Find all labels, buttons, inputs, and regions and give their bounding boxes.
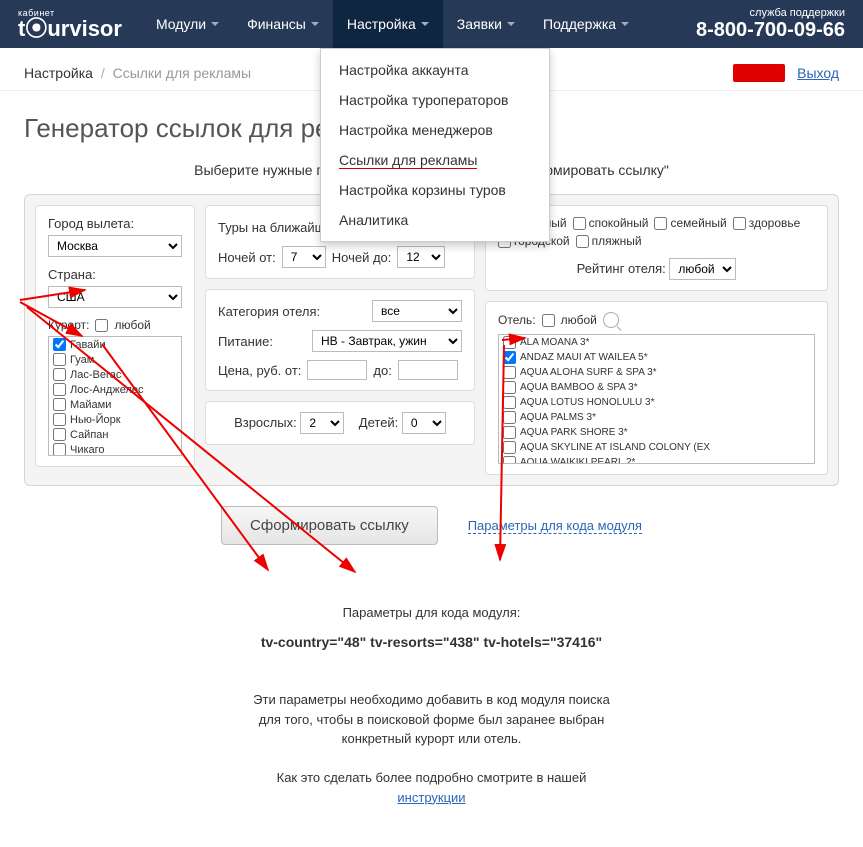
logo-title: t⦿urvisor (18, 18, 122, 40)
list-item: AQUA PARK SHORE 3* (499, 425, 814, 440)
list-item: AQUA WAIKIKI PEARL 2* (499, 455, 814, 464)
nav-modules[interactable]: Модули (142, 0, 233, 48)
children-label: Детей: (359, 415, 399, 430)
list-item: AQUA SKYLINE AT ISLAND COLONY (EX (499, 440, 814, 455)
hotel-list[interactable]: ALA MOANA 3* ANDAZ MAUI AT WAILEA 5* AQU… (498, 334, 815, 464)
dropdown-managers[interactable]: Настройка менеджеров (321, 115, 549, 145)
price-from-input[interactable] (307, 360, 367, 380)
caret-icon (211, 22, 219, 26)
list-item: AQUA ALOHA SURF & SPA 3* (499, 365, 814, 380)
list-item: Гавайи (49, 337, 181, 352)
price-to-label: до: (373, 363, 391, 378)
list-item: Нью-Йорк (49, 412, 181, 427)
depart-label: Город вылета: (48, 216, 182, 231)
logo: кабинет t⦿urvisor (18, 9, 122, 40)
list-item: Гуам (49, 352, 181, 367)
resort-any-label: любой (114, 318, 150, 332)
dropdown-adlinks[interactable]: Ссылки для рекламы (321, 145, 549, 175)
depart-select[interactable]: Москва (48, 235, 182, 257)
nav-settings[interactable]: Настройка (333, 0, 443, 48)
pax-box: Взрослых: 2 Детей: 0 (205, 401, 475, 445)
nav-requests[interactable]: Заявки (443, 0, 529, 48)
params-block: Параметры для кода модуля: tv-country="4… (24, 605, 839, 807)
caret-icon (621, 22, 629, 26)
params-title: Параметры для кода модуля: (24, 605, 839, 620)
country-select[interactable]: США (48, 286, 182, 308)
caret-icon (311, 22, 319, 26)
nights-to-label: Ночей до: (332, 250, 392, 265)
logout-link[interactable]: Выход (797, 65, 839, 81)
list-item: ANDAZ MAUI AT WAILEA 5* (499, 350, 814, 365)
category-label: Категория отеля: (218, 304, 366, 319)
children-select[interactable]: 0 (402, 412, 446, 434)
nights-to-select[interactable]: 12 (397, 246, 445, 268)
hotel-box: Отель: любой ALA MOANA 3* ANDAZ MAUI AT … (485, 301, 828, 475)
nav-finance[interactable]: Финансы (233, 0, 333, 48)
breadcrumb-current: Ссылки для рекламы (113, 65, 251, 81)
tag-beach: пляжный (576, 234, 642, 248)
list-item: Лас-Вегас (49, 367, 181, 382)
country-label: Страна: (48, 267, 182, 282)
instruction-link[interactable]: инструкции (397, 790, 465, 805)
nights-from-label: Ночей от: (218, 250, 276, 265)
breadcrumb: Настройка / Ссылки для рекламы (24, 65, 251, 81)
nights-from-select[interactable]: 7 (282, 246, 326, 268)
generate-button[interactable]: Сформировать ссылку (221, 506, 438, 545)
settings-dropdown: Настройка аккаунта Настройка туроператор… (320, 48, 550, 242)
dropdown-operators[interactable]: Настройка туроператоров (321, 85, 549, 115)
price-to-input[interactable] (398, 360, 458, 380)
support-label: служба поддержки (696, 7, 845, 19)
list-item: Майами (49, 397, 181, 412)
tag-calm: спокойный (573, 216, 649, 230)
user-block: Выход (733, 64, 839, 82)
list-item: Чикаго (49, 442, 181, 456)
hotel-label: Отель: (498, 313, 536, 327)
main-nav: Модули Финансы Настройка Заявки Поддержк… (142, 0, 643, 48)
tag-health: здоровье (733, 216, 801, 230)
list-item: AQUA BAMBOO & SPA 3* (499, 380, 814, 395)
resort-list[interactable]: Гавайи Гуам Лас-Вегас Лос-Анджелес Майам… (48, 336, 182, 456)
hotel-any-label: любой (561, 313, 597, 327)
params-code: tv-country="48" tv-resorts="438" tv-hote… (24, 634, 839, 650)
dropdown-analytics[interactable]: Аналитика (321, 205, 549, 235)
hotel-any-checkbox[interactable] (542, 314, 555, 327)
list-item: Сайпан (49, 427, 181, 442)
tag-family: семейный (654, 216, 726, 230)
main-header: кабинет t⦿urvisor Модули Финансы Настрой… (0, 0, 863, 48)
price-from-label: Цена, руб. от: (218, 363, 301, 378)
list-item: Лос-Анджелес (49, 382, 181, 397)
list-item: ALA MOANA 3* (499, 335, 814, 350)
rating-select[interactable]: любой (669, 258, 736, 280)
breadcrumb-root[interactable]: Настройка (24, 65, 93, 81)
rating-label: Рейтинг отеля: (577, 261, 666, 276)
meal-select[interactable]: HB - Завтрак, ужин (312, 330, 462, 352)
adults-label: Взрослых: (234, 415, 297, 430)
params-link[interactable]: Параметры для кода модуля (468, 518, 642, 534)
nav-support[interactable]: Поддержка (529, 0, 643, 48)
resort-any-checkbox[interactable] (95, 319, 108, 332)
meal-label: Питание: (218, 334, 273, 349)
caret-icon (421, 22, 429, 26)
hotel-params-box: Категория отеля: все Питание: HB - Завтр… (205, 289, 475, 391)
user-badge (733, 64, 785, 82)
support-phone: 8-800-700-09-66 (696, 19, 845, 42)
dropdown-cart[interactable]: Настройка корзины туров (321, 175, 549, 205)
depart-box: Город вылета: Москва Страна: США Курорт:… (35, 205, 195, 467)
action-row: Сформировать ссылку Параметры для кода м… (24, 506, 839, 545)
dropdown-account[interactable]: Настройка аккаунта (321, 55, 549, 85)
adults-select[interactable]: 2 (300, 412, 344, 434)
search-icon[interactable] (603, 312, 619, 328)
list-item: AQUA LOTUS HONOLULU 3* (499, 395, 814, 410)
category-select[interactable]: все (372, 300, 462, 322)
list-item: AQUA PALMS 3* (499, 410, 814, 425)
resort-label: Курорт: (48, 318, 89, 332)
support-info: служба поддержки 8-800-700-09-66 (696, 7, 845, 42)
caret-icon (507, 22, 515, 26)
